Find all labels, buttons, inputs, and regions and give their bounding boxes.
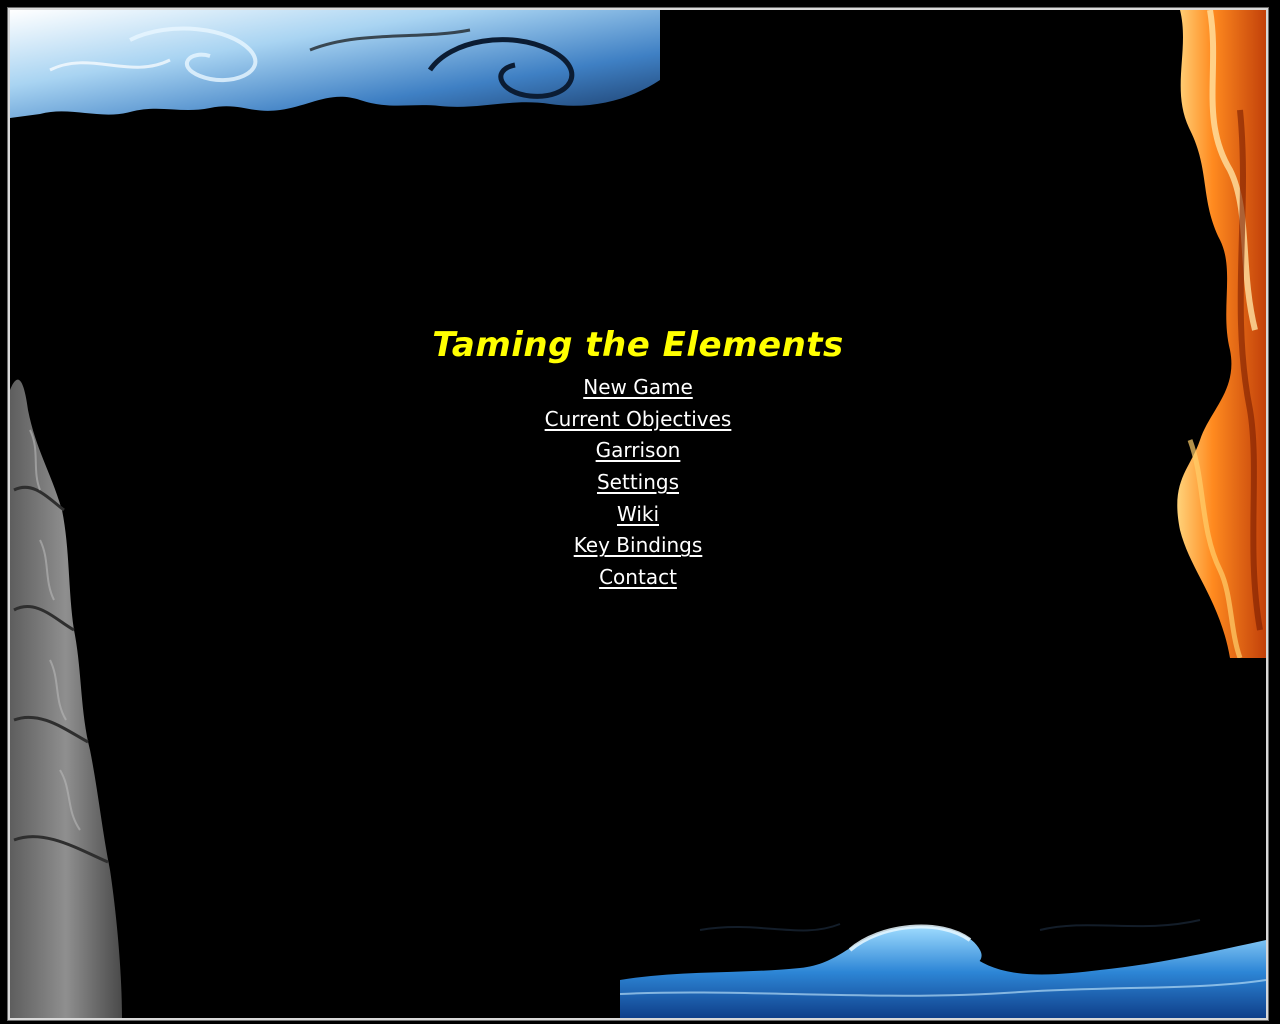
key-bindings-link[interactable]: Key Bindings [574,533,703,557]
water-wave-decoration [620,919,1266,1018]
new-game-link[interactable]: New Game [583,375,693,399]
settings-link[interactable]: Settings [597,470,679,494]
wiki-link[interactable]: Wiki [617,502,659,526]
menu-item: Wiki [10,499,1266,531]
menu-item: Current Objectives [10,404,1266,436]
contact-link[interactable]: Contact [599,565,677,589]
menu-item: New Game [10,372,1266,404]
main-menu: Taming the Elements New Game Current Obj… [10,324,1266,594]
menu-item: Contact [10,562,1266,594]
current-objectives-link[interactable]: Current Objectives [545,407,732,431]
game-window: Taming the Elements New Game Current Obj… [7,7,1269,1021]
menu-item: Key Bindings [10,530,1266,562]
game-title: Taming the Elements [432,325,844,365]
menu-list: New Game Current Objectives Garrison Set… [10,372,1266,594]
air-swirl-decoration [10,10,660,118]
garrison-link[interactable]: Garrison [596,438,681,462]
menu-item: Garrison [10,435,1266,467]
menu-item: Settings [10,467,1266,499]
